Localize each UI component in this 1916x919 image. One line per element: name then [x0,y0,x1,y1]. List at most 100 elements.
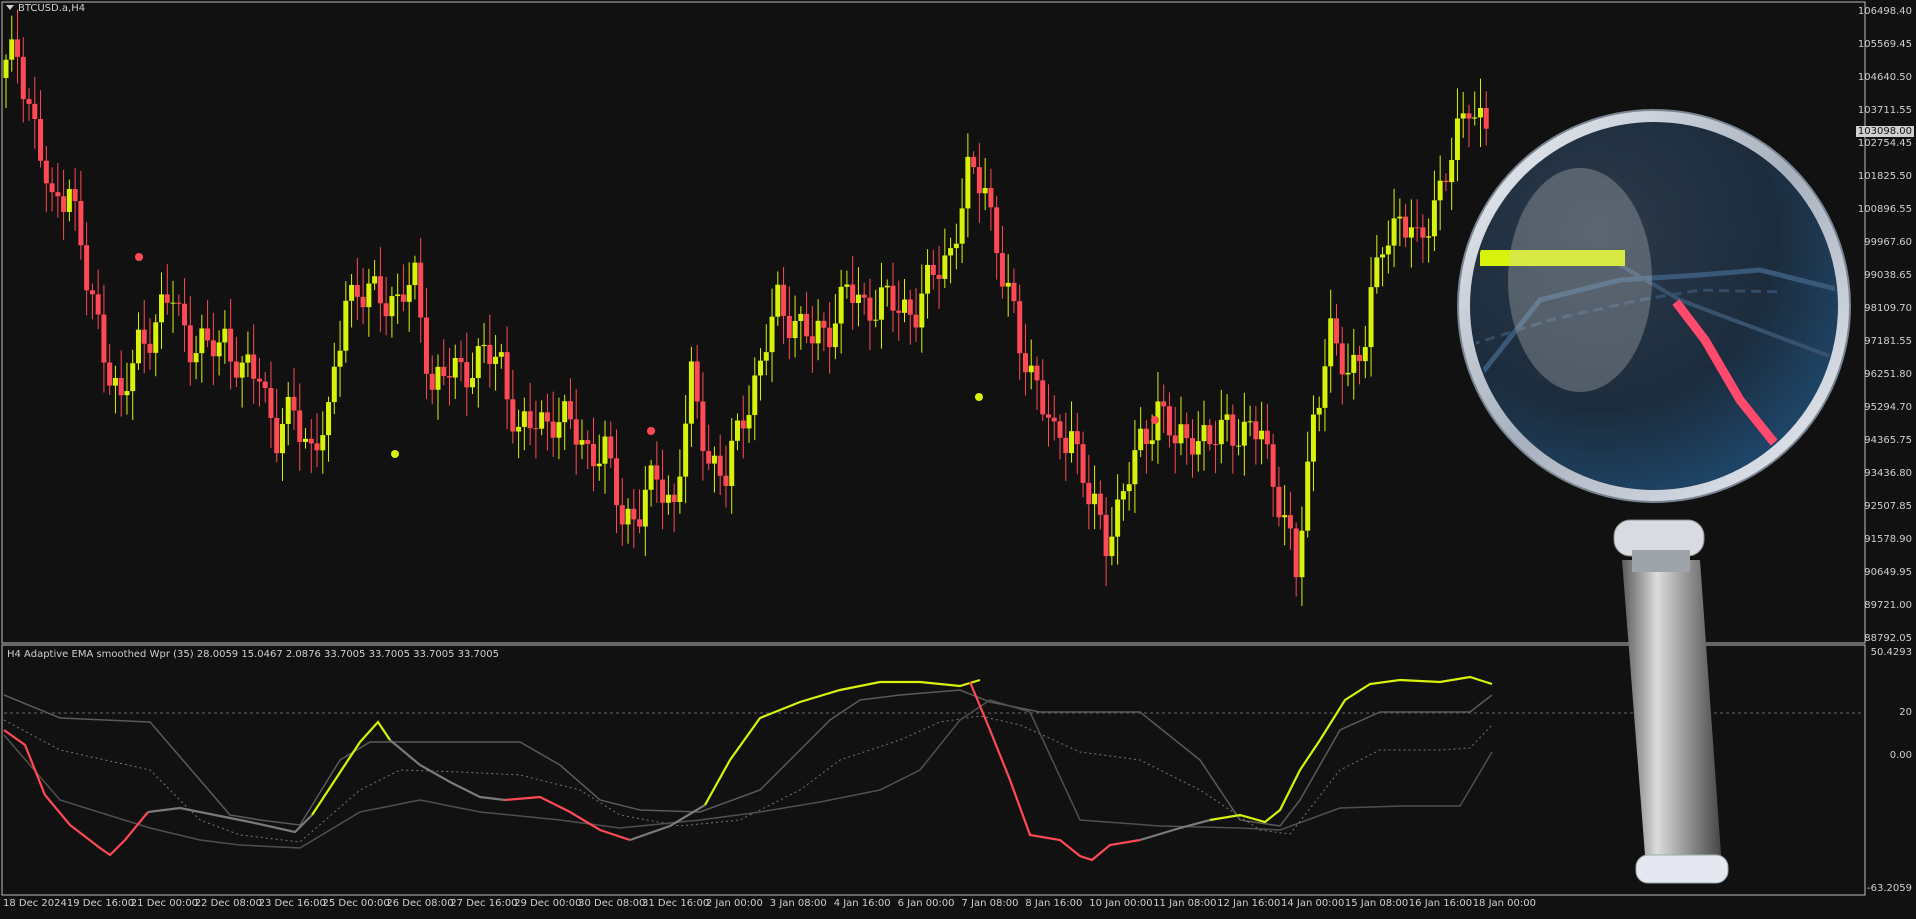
candle-body [1431,200,1437,237]
wpr-bull-segment [704,678,981,806]
candle-body [1046,414,1052,418]
candle-body [544,412,550,422]
candle-body [902,299,908,313]
candle-body [470,377,476,388]
candle-body [1149,440,1155,445]
candle-body [504,352,510,400]
candles-layer [3,9,1489,606]
candle-body [1005,282,1011,287]
candle-body [763,352,769,361]
wpr-neutral-segment [147,806,313,834]
price-tick-label: 98109.70 [1864,303,1912,314]
chart-canvas[interactable] [0,0,1916,915]
time-tick-label: 12 Jan 16:00 [1217,898,1281,909]
candle-body [20,56,26,100]
candle-body [1074,431,1080,445]
candle-body [919,293,925,328]
candle-body [890,285,896,311]
candle-body [930,264,936,275]
price-tick-label: 99038.65 [1864,270,1912,281]
price-tick-label: 101825.50 [1857,171,1912,182]
candle-body [118,378,124,396]
time-tick-label: 21 Dec 00:00 [130,898,199,909]
candle-body [665,494,671,503]
candle-body [723,475,729,486]
candle-body [84,245,90,291]
candle-body [15,39,21,57]
candle-body [239,362,245,378]
indicator-tick-label: 50.4293 [1870,647,1912,658]
candle-body [567,401,573,420]
candle-body [256,378,262,382]
candle-body [72,189,78,202]
time-tick-label: 26 Dec 08:00 [386,898,454,909]
time-tick-label: 19 Dec 16:00 [66,898,135,909]
candle-body [815,320,821,344]
candle-body [752,375,758,416]
candle-body [769,316,775,353]
candle-body [1351,354,1357,373]
candle-body [141,329,147,344]
candle-body [423,317,429,374]
candle-body [1339,343,1345,375]
candle-body [562,401,568,423]
candle-body [216,342,222,357]
candle-body [228,328,234,362]
candle-body [233,361,239,378]
candle-body [274,417,280,454]
candle-body [112,378,118,386]
time-tick-label: 25 Dec 00:00 [322,898,390,909]
indicator-tick-label: 20 [1899,707,1912,718]
candle-body [700,401,706,452]
candle-body [976,167,982,194]
candle-body [1483,107,1489,129]
price-tick-label: 102754.45 [1857,138,1912,149]
candle-body [809,336,815,344]
candle-body [798,313,804,321]
candle-body [1201,425,1207,442]
time-tick-label: 22 Dec 08:00 [194,898,262,909]
candle-body [1213,444,1219,446]
candle-body [1466,113,1472,119]
candle-body [1080,444,1086,483]
candle-body [660,479,666,503]
candle-body [786,315,792,339]
candle-body [878,287,884,320]
candle-body [498,352,504,357]
price-tick-label: 91578.90 [1864,534,1912,545]
indicator-title: H4 Adaptive EMA smoothed Wpr (35) 28.005… [7,649,499,660]
candle-body [1161,401,1167,407]
candle-body [1126,484,1132,492]
candle-body [1310,414,1316,462]
candle-body [942,255,948,279]
candle-body [1189,438,1195,455]
candle-body [925,264,931,294]
time-tick-label: 16 Jan 16:00 [1408,898,1473,909]
candle-body [1230,414,1236,446]
candle-body [1299,530,1305,578]
chart-symbol-label[interactable]: BTCUSD.a,H4 [6,3,85,14]
candle-body [775,284,781,317]
candle-body [193,353,199,363]
candle-body [320,435,326,451]
candle-body [1236,445,1242,447]
upper-band-line [3,689,1493,827]
dropdown-triangle-icon[interactable] [6,5,14,10]
candle-body [210,340,216,357]
candle-body [1437,180,1443,201]
candle-body [913,314,919,328]
candle-body [1109,536,1115,557]
candle-body [268,388,274,418]
candle-body [412,262,418,286]
trading-chart-window[interactable]: BTCUSD.a,H4 H4 Adaptive EMA smoothed Wpr… [0,0,1916,915]
candle-body [43,160,49,184]
candle-body [55,192,61,197]
candle-body [1253,421,1259,440]
candle-body [1138,428,1144,451]
candle-body [1017,301,1023,354]
candle-body [349,284,355,301]
candle-body [1218,419,1224,445]
candle-body [861,294,867,298]
candle-body [873,319,879,321]
candle-body [1172,435,1178,444]
